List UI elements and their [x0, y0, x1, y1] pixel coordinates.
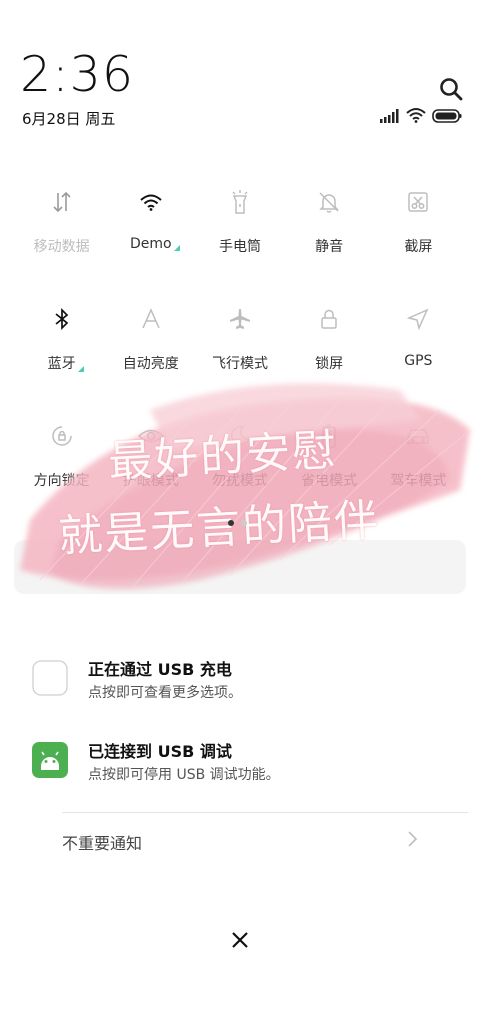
- tile-gps[interactable]: GPS: [374, 297, 463, 414]
- status-bar-icons: [380, 108, 466, 126]
- tile-label: 蓝牙: [47, 356, 76, 372]
- usb-charging-icon: [32, 660, 68, 696]
- wifi-status-icon: [406, 107, 426, 127]
- auto-brightness-icon: [137, 305, 165, 333]
- tile-driving-mode[interactable]: 驾车模式: [374, 414, 463, 531]
- search-icon[interactable]: [438, 76, 464, 102]
- notification-title: 正在通过 USB 充电: [88, 660, 232, 679]
- flashlight-icon: [226, 188, 254, 216]
- mute-bell-icon: [315, 188, 343, 216]
- page-dot-active: [228, 520, 234, 526]
- tile-label: 飞行模式: [211, 356, 268, 372]
- tile-label: 手电筒: [218, 239, 261, 255]
- tile-label: 静音: [315, 239, 344, 255]
- tile-mute[interactable]: 静音: [285, 180, 374, 297]
- tile-label: 截屏: [404, 239, 433, 255]
- clear-all-close-icon[interactable]: [228, 928, 252, 952]
- tile-label: 移动数据: [33, 239, 90, 255]
- tile-screenshot[interactable]: 截屏: [374, 180, 463, 297]
- tile-label: GPS: [404, 353, 433, 369]
- tile-label: 方向锁定: [33, 473, 90, 489]
- tile-label: Demo: [129, 236, 172, 252]
- watermark-text-line1: 最好的安慰: [107, 425, 340, 488]
- battery-icon: [432, 108, 462, 127]
- car-icon: [404, 422, 432, 450]
- notification-body: 点按即可查看更多选项。: [88, 685, 242, 701]
- rotation-lock-icon: [48, 422, 76, 450]
- page-indicator: [228, 520, 247, 526]
- mobile-data-icon: [48, 188, 76, 216]
- divider: [62, 812, 468, 813]
- signal-icon: [380, 108, 400, 127]
- expand-corner-icon: [77, 366, 84, 372]
- tile-mobile-data[interactable]: 移动数据: [17, 180, 106, 297]
- wifi-icon: [137, 188, 165, 216]
- clock-time[interactable]: 2:36: [20, 46, 134, 103]
- unimportant-notifications-link[interactable]: 不重要通知: [62, 830, 142, 854]
- android-debug-icon: [32, 742, 68, 778]
- chevron-right-icon[interactable]: [404, 829, 420, 849]
- notification-usb-debug[interactable]: 已连接到 USB 调试 点按即可停用 USB 调试功能。: [32, 738, 452, 790]
- tile-airplane[interactable]: 飞行模式: [195, 297, 284, 414]
- page-dot: [241, 520, 247, 526]
- tile-label: 驾车模式: [390, 473, 447, 489]
- tile-flashlight[interactable]: 手电筒: [195, 180, 284, 297]
- airplane-icon: [226, 305, 254, 333]
- tile-auto-brightness[interactable]: 自动亮度: [106, 297, 195, 414]
- date-label[interactable]: 6月28日 周五: [22, 108, 115, 129]
- notification-usb-charging[interactable]: 正在通过 USB 充电 点按即可查看更多选项。: [32, 656, 452, 708]
- lock-icon: [315, 305, 343, 333]
- bluetooth-icon: [48, 305, 76, 333]
- tile-label: 自动亮度: [122, 356, 179, 372]
- tile-wifi[interactable]: Demo: [106, 180, 195, 297]
- tile-bluetooth[interactable]: 蓝牙: [17, 297, 106, 414]
- gps-icon: [404, 305, 432, 333]
- notification-body: 点按即可停用 USB 调试功能。: [88, 767, 280, 783]
- tile-label: 锁屏: [315, 356, 344, 372]
- screenshot-icon: [404, 188, 432, 216]
- notification-title: 已连接到 USB 调试: [88, 742, 232, 761]
- tile-lock-screen[interactable]: 锁屏: [285, 297, 374, 414]
- expand-corner-icon: [173, 245, 180, 251]
